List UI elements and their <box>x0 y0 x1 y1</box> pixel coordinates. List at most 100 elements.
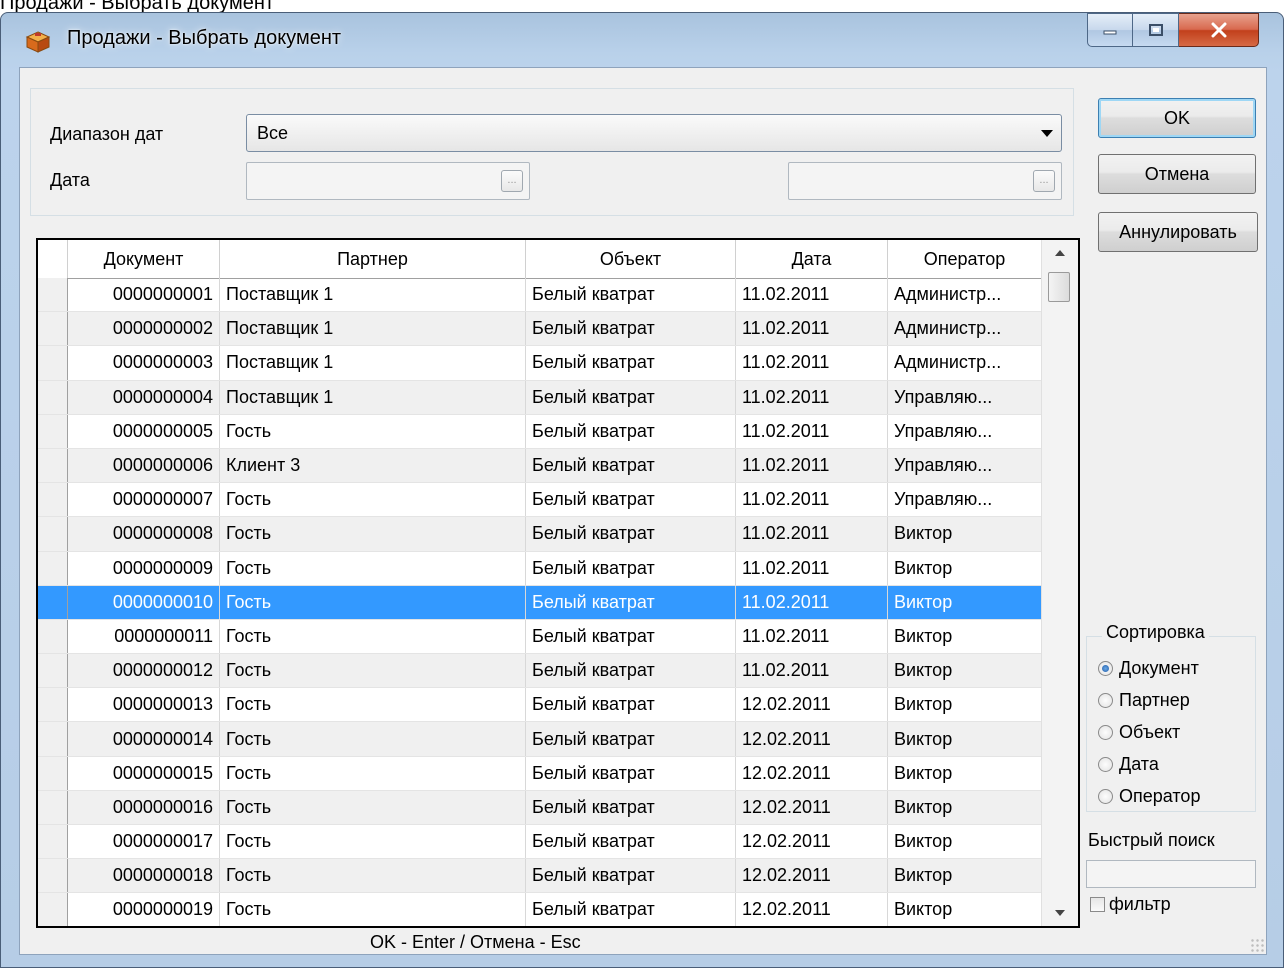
row-selector[interactable] <box>38 346 68 380</box>
scroll-down-arrow-icon[interactable] <box>1055 910 1065 916</box>
cell-document: 0000000015 <box>68 756 220 790</box>
table-row[interactable]: 0000000010 Гость Белый кватрат 11.02.2011 Ви… <box>38 585 1042 620</box>
cell-document: 0000000006 <box>68 448 220 483</box>
grid-rows: 0000000001 Поставщик 1 Белый кватрат 11.02.… <box>38 278 1042 926</box>
row-selector[interactable] <box>38 380 68 414</box>
cell-partner: Поставщик 1 <box>220 278 526 312</box>
column-header-date[interactable]: Дата <box>736 240 888 278</box>
radio-button[interactable] <box>1098 693 1113 708</box>
column-header-operator[interactable]: Оператор <box>888 240 1042 278</box>
row-selector[interactable] <box>38 619 68 654</box>
cell-partner: Гость <box>220 893 526 926</box>
cell-date: 12.02.2011 <box>736 790 888 824</box>
ok-button[interactable]: OK <box>1098 98 1256 138</box>
quick-search-input[interactable] <box>1086 860 1256 888</box>
filter-checkbox[interactable] <box>1090 897 1105 912</box>
table-row[interactable]: 0000000004 Поставщик 1 Белый кватрат 11.02.… <box>38 380 1042 415</box>
cell-document: 0000000017 <box>68 825 220 859</box>
close-button[interactable] <box>1179 13 1259 47</box>
radio-button[interactable] <box>1098 725 1113 740</box>
row-selector[interactable] <box>38 414 68 448</box>
resize-grip-icon[interactable] <box>1250 938 1264 952</box>
date-from-picker-button[interactable]: ... <box>501 170 523 192</box>
row-selector[interactable] <box>38 312 68 346</box>
date-to-field[interactable]: ... <box>788 162 1062 200</box>
table-row[interactable]: 0000000002 Поставщик 1 Белый кватрат 11.02.… <box>38 312 1042 347</box>
table-row[interactable]: 0000000012 Гость Белый кватрат 11.02.2011 Ви… <box>38 654 1042 689</box>
column-header-object[interactable]: Объект <box>526 240 736 278</box>
grid-header: Документ Партнер Объект Дата Оператор <box>38 240 1042 279</box>
sort-option-4[interactable]: Дата <box>1098 754 1159 775</box>
sort-option-1[interactable]: Документ <box>1098 658 1199 679</box>
cell-object: Белый кватрат <box>526 483 736 517</box>
cell-partner: Поставщик 1 <box>220 380 526 414</box>
table-row[interactable]: 0000000008 Гость Белый кватрат 11.02.2011 Ви… <box>38 517 1042 552</box>
table-row[interactable]: 0000000007 Гость Белый кватрат 11.02.2011 Уп… <box>38 483 1042 518</box>
annul-button[interactable]: Аннулировать <box>1098 212 1258 252</box>
sort-option-2[interactable]: Партнер <box>1098 690 1190 711</box>
sort-option-5[interactable]: Оператор <box>1098 786 1200 807</box>
row-selector[interactable] <box>38 722 68 756</box>
cell-partner: Гость <box>220 688 526 722</box>
cell-partner: Гость <box>220 517 526 551</box>
table-row[interactable]: 0000000016 Гость Белый кватрат 12.02.2011 Ви… <box>38 790 1042 825</box>
table-row[interactable]: 0000000014 Гость Белый кватрат 12.02.2011 Ви… <box>38 722 1042 757</box>
table-row[interactable]: 0000000006 Клиент 3 Белый кватрат 11.02.201… <box>38 448 1042 484</box>
cell-date: 12.02.2011 <box>736 756 888 790</box>
radio-button[interactable] <box>1098 757 1113 772</box>
row-selector[interactable] <box>38 278 68 312</box>
cell-document: 0000000018 <box>68 859 220 893</box>
table-row[interactable]: 0000000013 Гость Белый кватрат 12.02.2011 Ви… <box>38 688 1042 723</box>
cell-object: Белый кватрат <box>526 278 736 312</box>
row-selector[interactable] <box>38 893 68 926</box>
row-selector[interactable] <box>38 756 68 790</box>
minimize-button[interactable] <box>1087 13 1133 47</box>
cell-document: 0000000004 <box>68 380 220 414</box>
cell-operator: Управляю... <box>888 448 1042 483</box>
scroll-up-arrow-icon[interactable] <box>1055 250 1065 256</box>
filter-checkbox-label: фильтр <box>1109 894 1171 914</box>
cell-document: 0000000003 <box>68 346 220 380</box>
vertical-scrollbar[interactable] <box>1041 240 1078 926</box>
cell-operator: Виктор <box>888 756 1042 790</box>
documents-grid[interactable]: Документ Партнер Объект Дата Оператор 00… <box>36 238 1080 928</box>
column-header-document[interactable]: Документ <box>68 240 220 278</box>
radio-button[interactable] <box>1098 789 1113 804</box>
row-selector[interactable] <box>38 688 68 722</box>
row-selector[interactable] <box>38 585 68 619</box>
row-selector[interactable] <box>38 825 68 859</box>
row-selector[interactable] <box>38 517 68 551</box>
table-row[interactable]: 0000000017 Гость Белый кватрат 12.02.2011 Ви… <box>38 825 1042 860</box>
cancel-button[interactable]: Отмена <box>1098 154 1256 194</box>
table-row[interactable]: 0000000018 Гость Белый кватрат 12.02.2011 Ви… <box>38 859 1042 894</box>
cell-operator: Виктор <box>888 859 1042 893</box>
cell-document: 0000000002 <box>68 312 220 346</box>
cell-operator: Виктор <box>888 585 1042 619</box>
row-selector[interactable] <box>38 448 68 483</box>
maximize-button[interactable] <box>1133 13 1179 47</box>
column-header-partner[interactable]: Партнер <box>220 240 526 278</box>
filter-checkbox-row[interactable]: фильтр <box>1090 894 1171 915</box>
scroll-thumb[interactable] <box>1048 272 1070 302</box>
date-from-field[interactable]: ... <box>246 162 530 200</box>
table-row[interactable]: 0000000003 Поставщик 1 Белый кватрат 11.02.… <box>38 346 1042 381</box>
row-selector[interactable] <box>38 483 68 517</box>
maximize-icon <box>1148 24 1163 36</box>
title-bar[interactable]: Продажи - Выбрать документ <box>1 13 1283 65</box>
table-row[interactable]: 0000000011 Гость Белый кватрат 11.02.2011 Ви… <box>38 619 1042 655</box>
sort-option-3[interactable]: Объект <box>1098 722 1180 743</box>
table-row[interactable]: 0000000015 Гость Белый кватрат 12.02.2011 Ви… <box>38 756 1042 791</box>
row-selector[interactable] <box>38 551 68 585</box>
date-label: Дата <box>50 170 90 190</box>
date-range-combobox[interactable]: Все <box>246 114 1062 152</box>
radio-button[interactable] <box>1098 661 1113 676</box>
table-row[interactable]: 0000000009 Гость Белый кватрат 11.02.2011 Ви… <box>38 551 1042 586</box>
table-row[interactable]: 0000000001 Поставщик 1 Белый кватрат 11.02.… <box>38 278 1042 313</box>
date-to-picker-button[interactable]: ... <box>1033 170 1055 192</box>
cell-partner: Гость <box>220 654 526 688</box>
table-row[interactable]: 0000000005 Гость Белый кватрат 11.02.2011 Уп… <box>38 414 1042 449</box>
row-selector[interactable] <box>38 790 68 824</box>
row-selector[interactable] <box>38 654 68 688</box>
row-selector[interactable] <box>38 859 68 893</box>
table-row[interactable]: 0000000019 Гость Белый кватрат 12.02.2011 Ви… <box>38 893 1042 926</box>
